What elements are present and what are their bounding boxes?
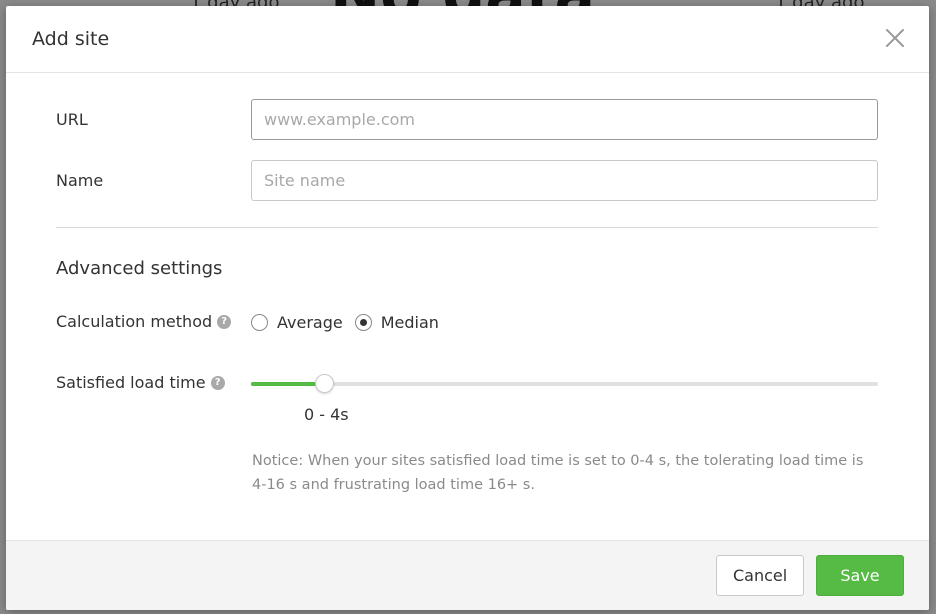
radio-average[interactable]: Average — [251, 313, 343, 332]
calculation-method-label: Calculation method? — [56, 312, 232, 331]
radio-average-label: Average — [277, 312, 343, 332]
url-label: URL — [56, 110, 88, 129]
add-site-dialog: Add site URL Name Advanced settings Calc… — [6, 6, 929, 610]
radio-average-circle[interactable] — [251, 313, 268, 331]
url-input[interactable] — [251, 99, 878, 140]
advanced-settings-title: Advanced settings — [56, 258, 223, 279]
help-icon[interactable]: ? — [210, 375, 225, 390]
radio-median[interactable]: Median — [354, 312, 439, 332]
satisfied-load-time-label-text: Satisfied load time — [56, 373, 206, 392]
load-time-notice: Notice: When your sites satisfied load t… — [252, 453, 864, 493]
name-input[interactable] — [251, 160, 878, 201]
radio-median-circle[interactable] — [354, 313, 372, 331]
dialog-title: Add site — [32, 28, 110, 50]
section-divider — [56, 227, 878, 228]
satisfied-load-time-label: Satisfied load time? — [56, 373, 225, 392]
load-time-slider-fill — [251, 382, 324, 386]
radio-median-label: Median — [380, 312, 439, 332]
save-button[interactable]: Save — [816, 555, 904, 596]
help-icon[interactable]: ? — [217, 314, 232, 329]
load-time-slider[interactable] — [251, 374, 878, 393]
calculation-method-label-text: Calculation method — [56, 312, 213, 331]
name-label: Name — [56, 171, 104, 190]
load-time-value: 0 - 4s — [304, 405, 349, 424]
close-icon — [886, 29, 904, 47]
dialog-footer: Cancel Save — [6, 540, 929, 610]
close-button[interactable] — [883, 26, 907, 50]
load-time-slider-handle[interactable] — [315, 374, 334, 393]
dialog-header: Add site — [6, 6, 929, 73]
cancel-button[interactable]: Cancel — [716, 555, 804, 596]
calculation-method-radio-group: Average Median — [251, 311, 451, 333]
